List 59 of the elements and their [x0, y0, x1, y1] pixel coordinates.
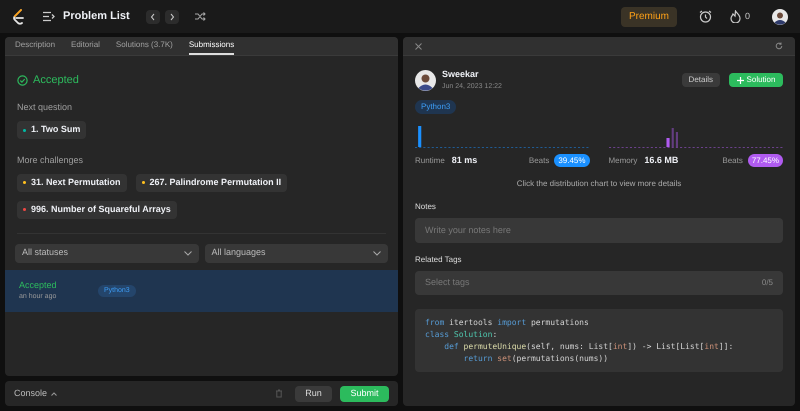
stat-label: Memory — [608, 154, 638, 167]
tab[interactable]: Editorial — [71, 37, 100, 55]
logo-icon[interactable] — [12, 8, 26, 24]
user-name: Sweekar — [442, 68, 480, 81]
problem-chip[interactable]: 267. Palindrome Permutation II — [136, 174, 288, 192]
language-tag: Python3 — [415, 100, 456, 114]
section-heading: More challenges — [17, 154, 84, 167]
user-avatar — [415, 70, 436, 90]
run-button[interactable]: Run — [295, 386, 332, 402]
beats-badge: 77.45% — [748, 154, 783, 168]
beats-label: Beats — [528, 154, 550, 167]
tags-field[interactable]: Select tags 0/5 — [415, 270, 783, 294]
stat-label: Runtime — [415, 154, 445, 167]
tab[interactable]: Solutions (3.7K) — [116, 37, 173, 55]
code-line: from itertools import permutations — [425, 316, 590, 328]
code-line: class Solution: — [425, 328, 498, 340]
notes-field[interactable]: Write your notes here — [415, 218, 783, 242]
problem-chip[interactable]: 996. Number of Squareful Arrays — [17, 200, 177, 218]
code-line: def permuteUnique(self, nums: List[int]) -> List[List[int]]: — [443, 340, 734, 352]
chevron-up-icon — [51, 392, 58, 396]
beats-label: Beats — [722, 154, 743, 167]
list-icon[interactable] — [42, 11, 55, 22]
field-label: Notes — [415, 200, 437, 212]
details-button[interactable]: Details — [682, 73, 720, 87]
chevron-left-icon — [150, 12, 156, 20]
next-button[interactable] — [164, 10, 179, 24]
filter-dropdown[interactable]: All languages — [204, 244, 388, 262]
problem-chip[interactable]: 1. Two Sum — [17, 121, 86, 139]
flame-icon[interactable] — [730, 10, 741, 23]
beats-badge: 39.45% — [554, 154, 590, 168]
chevron-down-icon — [184, 250, 192, 256]
stat-value: 16.6 MB — [644, 154, 678, 167]
console-toggle[interactable]: Console — [14, 386, 58, 400]
stat-value: 81 ms — [452, 154, 478, 167]
close-icon[interactable] — [415, 42, 422, 50]
shuffle-icon[interactable] — [194, 12, 206, 21]
accepted-status: Accepted — [33, 73, 79, 88]
refresh-icon[interactable] — [775, 42, 783, 50]
code-line: return set(permutations(nums)) — [462, 352, 610, 364]
problem-list-link[interactable]: Problem List — [63, 8, 130, 25]
premium-button[interactable]: Premium — [620, 6, 677, 26]
chevron-down-icon — [373, 250, 381, 256]
problem-chip[interactable]: 31. Next Permutation — [17, 174, 127, 192]
streak-count: 0 — [744, 10, 750, 23]
chevron-right-icon — [168, 12, 175, 20]
section-heading: Next question — [17, 100, 74, 114]
check-circle-icon — [17, 74, 28, 86]
alarm-clock-icon[interactable] — [698, 10, 712, 23]
plus-icon — [736, 76, 744, 84]
previous-button[interactable] — [146, 10, 160, 24]
tags-placeholder: Select tags — [425, 276, 470, 289]
tag-count: 0/5 — [762, 276, 773, 288]
avatar[interactable] — [772, 8, 788, 24]
tab[interactable]: Submissions — [188, 37, 234, 55]
submission-status: Accepted — [19, 278, 58, 292]
field-label: Related Tags — [415, 254, 463, 266]
filter-dropdown[interactable]: All statuses — [15, 244, 198, 262]
tab[interactable]: Description — [15, 37, 56, 55]
chart-hint: Click the distribution chart to view more details — [516, 178, 682, 190]
